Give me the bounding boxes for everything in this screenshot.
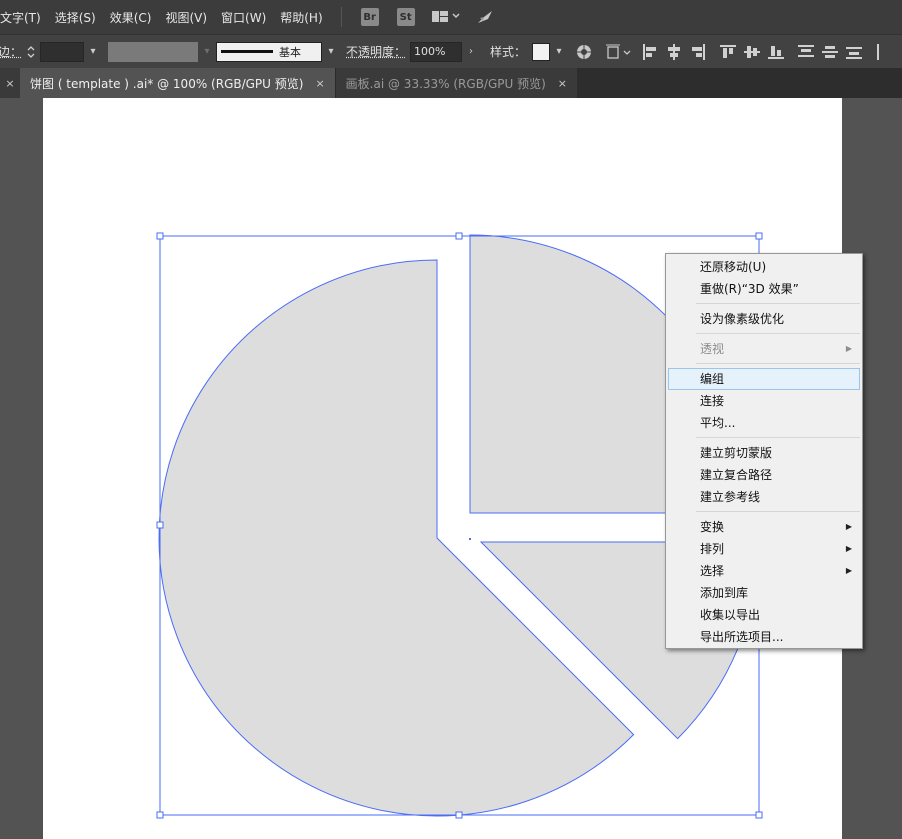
context-menu-item[interactable]: 导出所选项目...: [666, 626, 862, 648]
distribute-left-icon[interactable]: [876, 43, 892, 60]
opacity-field[interactable]: 100%: [410, 41, 463, 62]
context-menu-item[interactable]: 设为像素级优化: [666, 308, 862, 330]
align-right-icon[interactable]: [690, 43, 706, 60]
rocket-icon[interactable]: [476, 9, 494, 25]
menu-item-label: 设为像素级优化: [700, 312, 785, 326]
menu-help[interactable]: 帮助(H): [280, 9, 330, 26]
align-vertical-center-icon[interactable]: [744, 44, 761, 60]
context-menu-item[interactable]: 连接: [666, 390, 862, 412]
resize-handle[interactable]: [755, 811, 763, 819]
context-menu-item[interactable]: 选择 ▶: [666, 560, 862, 582]
menu-window[interactable]: 窗口(W): [221, 9, 274, 26]
menu-item-label: 变换: [700, 520, 725, 534]
resize-handle[interactable]: [755, 232, 763, 240]
menu-separator: [696, 363, 860, 364]
menu-select[interactable]: 选择(S): [55, 9, 104, 26]
stroke-line-preview: [221, 50, 274, 53]
recolor-artwork-icon[interactable]: [576, 44, 592, 60]
stroke-style-label: 基本: [279, 45, 302, 59]
close-icon[interactable]: ×: [0, 68, 20, 98]
menu-item-label: 连接: [700, 394, 725, 408]
menu-divider: [340, 7, 342, 27]
tab-label: 画板.ai @ 33.33% (RGB/GPU 预览): [345, 76, 546, 91]
menu-item-label: 平均...: [700, 416, 736, 430]
menu-item-label: 建立参考线: [700, 490, 761, 504]
context-menu-item[interactable]: 添加到库: [666, 582, 862, 604]
chevron-down-icon[interactable]: ▾: [198, 42, 216, 62]
chevron-down-icon[interactable]: ▾: [84, 42, 102, 62]
menu-item-label: 还原移动(U): [700, 260, 767, 274]
stock-button[interactable]: St: [396, 8, 415, 26]
context-menu-item[interactable]: 变换 ▶: [666, 516, 862, 538]
context-menu-item[interactable]: 还原移动(U): [666, 256, 862, 278]
align-to-icon[interactable]: [606, 44, 632, 60]
distribute-top-icon[interactable]: [798, 44, 815, 60]
resize-handle[interactable]: [156, 811, 164, 819]
resize-handle[interactable]: [455, 232, 463, 240]
context-menu-item[interactable]: 建立参考线: [666, 486, 862, 508]
menu-bar: 文字(T) 选择(S) 效果(C) 视图(V) 窗口(W) 帮助(H) Br S…: [0, 0, 902, 34]
menu-item-label: 导出所选项目...: [700, 630, 784, 644]
document-tab-bar: × 饼图 ( template ) .ai* @ 100% (RGB/GPU 预…: [0, 68, 902, 98]
bridge-button[interactable]: Br: [360, 8, 379, 26]
context-menu-item[interactable]: 收集以导出: [666, 604, 862, 626]
context-menu-item[interactable]: 平均...: [666, 412, 862, 434]
menu-effect[interactable]: 效果(C): [110, 9, 160, 26]
center-point-marker: [469, 538, 471, 540]
tab-document-artboard[interactable]: 画板.ai @ 33.33% (RGB/GPU 预览) ×: [334, 68, 578, 98]
menu-separator: [696, 303, 860, 304]
edge-label: 边：: [0, 45, 23, 59]
graphic-style-swatch[interactable]: [532, 42, 551, 61]
workspace-switcher-icon[interactable]: [431, 10, 460, 24]
chevron-down-icon[interactable]: ▾: [322, 42, 340, 62]
close-icon[interactable]: ×: [315, 77, 324, 90]
menu-separator: [696, 333, 860, 334]
control-bar: 边： ▾ ▾ 基本 ▾ 不透明度： 100% › 样式： ▾: [0, 34, 902, 68]
resize-handle[interactable]: [156, 232, 164, 240]
context-menu-item[interactable]: 建立剪切蒙版: [666, 442, 862, 464]
align-horizontal-center-icon[interactable]: [666, 43, 682, 60]
align-left-icon[interactable]: [642, 43, 658, 60]
menu-item-label: 添加到库: [700, 586, 749, 600]
menu-item-label: 重做(R)“3D 效果”: [700, 282, 799, 296]
align-bottom-icon[interactable]: [768, 44, 785, 60]
tab-document-pie[interactable]: 饼图 ( template ) .ai* @ 100% (RGB/GPU 预览)…: [20, 68, 335, 98]
submenu-arrow-icon: ▶: [845, 522, 852, 531]
context-menu-item[interactable]: 排列 ▶: [666, 538, 862, 560]
stroke-style-field[interactable]: 基本: [216, 41, 323, 62]
variable-width-field[interactable]: [108, 41, 199, 62]
menu-item-label: 排列: [700, 542, 725, 556]
align-top-icon[interactable]: [720, 44, 737, 60]
distribute-bottom-icon[interactable]: [846, 44, 863, 60]
menu-separator: [696, 437, 860, 438]
context-menu-item: 透视 ▶: [666, 338, 862, 360]
menu-view[interactable]: 视图(V): [165, 9, 215, 26]
submenu-arrow-icon: ▶: [845, 344, 852, 353]
chevron-down-icon[interactable]: ▾: [550, 42, 568, 62]
menu-type[interactable]: 文字(T): [0, 9, 49, 26]
close-icon[interactable]: ×: [558, 77, 567, 90]
menu-item-label: 收集以导出: [700, 608, 761, 622]
style-label: 样式：: [490, 45, 527, 59]
context-menu: 还原移动(U) 重做(R)“3D 效果” 设为像素级优化 透视 ▶ 编组连接平均... 建立…: [665, 253, 863, 649]
opacity-label: 不透明度：: [346, 45, 407, 59]
resize-handle[interactable]: [455, 811, 463, 819]
menu-separator: [696, 511, 860, 512]
resize-handle[interactable]: [156, 521, 164, 529]
stroke-weight-field[interactable]: [40, 41, 85, 62]
submenu-arrow-icon: ▶: [845, 566, 852, 575]
chevron-right-icon[interactable]: ›: [462, 42, 480, 62]
menu-item-label: 选择: [700, 564, 725, 578]
stroke-weight-stepper[interactable]: [22, 42, 40, 62]
menu-item-label: 透视: [700, 342, 725, 356]
distribute-vertical-center-icon[interactable]: [822, 44, 839, 60]
context-menu-item[interactable]: 重做(R)“3D 效果”: [666, 278, 862, 300]
context-menu-item[interactable]: 编组: [668, 368, 860, 390]
menu-item-label: 建立复合路径: [700, 468, 773, 482]
menu-item-label: 建立剪切蒙版: [700, 446, 773, 460]
submenu-arrow-icon: ▶: [845, 544, 852, 553]
menu-item-label: 编组: [700, 372, 725, 386]
context-menu-item[interactable]: 建立复合路径: [666, 464, 862, 486]
tab-label: 饼图 ( template ) .ai* @ 100% (RGB/GPU 预览): [30, 76, 304, 91]
